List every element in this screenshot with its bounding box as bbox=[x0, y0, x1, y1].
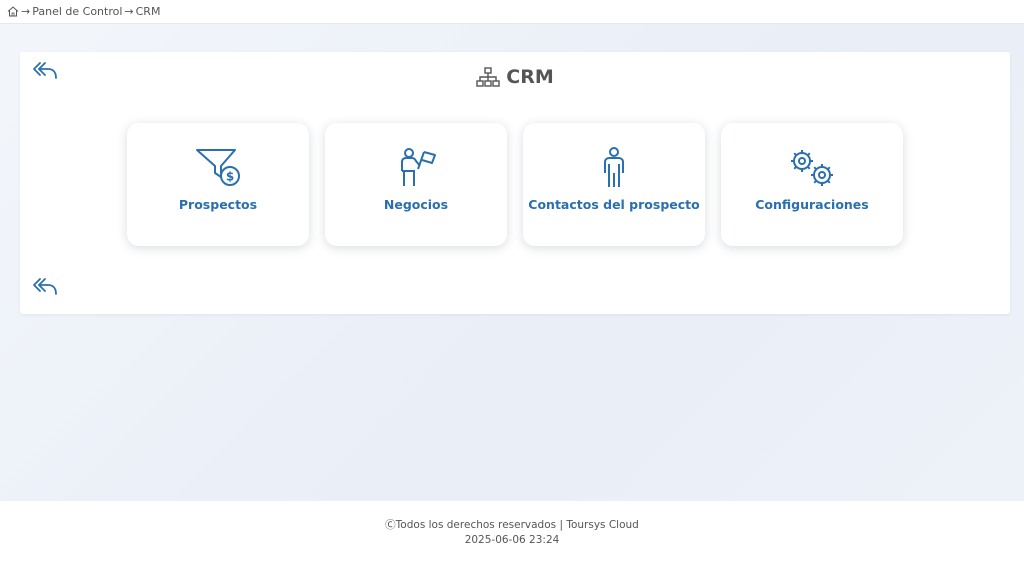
footer: ⒸTodos los derechos reservados | Toursys… bbox=[0, 500, 1024, 576]
person-icon bbox=[604, 147, 624, 187]
breadcrumb-separator: → bbox=[124, 5, 134, 18]
card-label: Prospectos bbox=[178, 197, 258, 212]
card-label: Contactos del prospecto bbox=[528, 197, 700, 212]
footer-copyright: ⒸTodos los derechos reservados | Toursys… bbox=[385, 519, 639, 531]
breadcrumb: → Panel de Control → CRM bbox=[0, 0, 1024, 24]
back-button-bottom[interactable] bbox=[32, 276, 58, 298]
card-label: Configuraciones bbox=[755, 197, 869, 212]
card-contactos-prospecto[interactable]: Contactos del prospecto bbox=[523, 123, 705, 246]
crm-panel: CRM $ Prospectos Negocios Contactos del … bbox=[20, 52, 1010, 314]
card-prospectos[interactable]: $ Prospectos bbox=[127, 123, 309, 246]
home-icon[interactable] bbox=[7, 6, 19, 17]
org-chart-icon bbox=[476, 67, 500, 87]
module-cards: $ Prospectos Negocios Contactos del pros… bbox=[127, 123, 903, 246]
funnel-dollar-icon: $ bbox=[196, 149, 240, 186]
svg-text:$: $ bbox=[226, 170, 234, 184]
page-title-text: CRM bbox=[506, 66, 554, 88]
breadcrumb-item-panel[interactable]: Panel de Control bbox=[32, 5, 122, 18]
card-negocios[interactable]: Negocios bbox=[325, 123, 507, 246]
card-label: Negocios bbox=[383, 197, 449, 212]
page-title: CRM bbox=[20, 64, 1010, 90]
breadcrumb-item-crm: CRM bbox=[135, 5, 161, 18]
card-configuraciones[interactable]: Configuraciones bbox=[721, 123, 903, 246]
reply-back-icon bbox=[33, 278, 57, 295]
person-flag-icon bbox=[401, 148, 436, 186]
gears-icon bbox=[791, 150, 833, 186]
breadcrumb-separator: → bbox=[21, 5, 31, 18]
footer-timestamp: 2025-06-06 23:24 bbox=[464, 534, 560, 546]
